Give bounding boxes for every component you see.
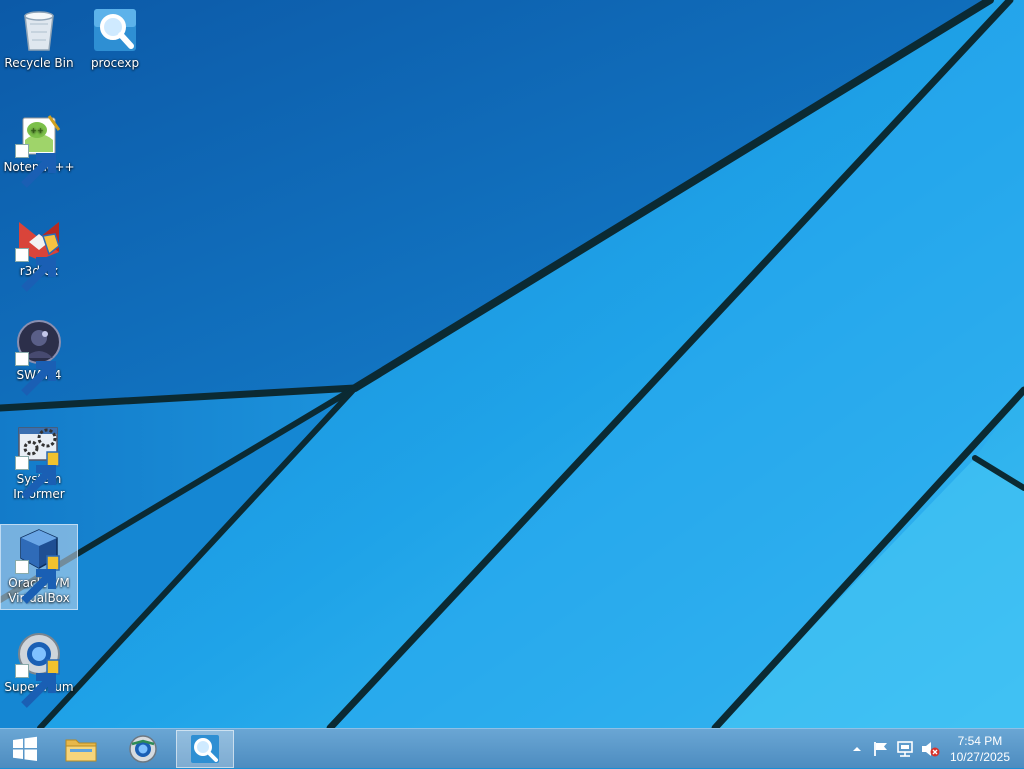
show-hidden-icons-chevron[interactable] — [850, 742, 864, 756]
swat4-icon — [15, 318, 63, 396]
svg-text:++: ++ — [30, 126, 43, 135]
network-icon — [897, 741, 913, 757]
clock-time: 7:54 PM — [957, 734, 1003, 748]
network-tray[interactable] — [896, 729, 916, 769]
notification-area — [850, 729, 864, 769]
supermium-icon — [129, 735, 157, 763]
taskbar: 7:54 PM 10/27/2025 — [0, 728, 1024, 768]
supermium-icon — [15, 630, 63, 708]
taskbar-supermium[interactable] — [114, 730, 172, 768]
folder-icon — [65, 739, 97, 762]
start-button[interactable] — [0, 730, 50, 768]
desktop-icon-notepad-plus-plus[interactable]: ++ Notepad++ — [1, 110, 77, 188]
notepad-plus-plus-icon: ++ — [15, 110, 63, 188]
procexp-icon — [91, 6, 139, 54]
taskbar-clock[interactable]: 7:54 PM 10/27/2025 — [950, 733, 1010, 765]
desktop-icon-supermium[interactable]: Supermium — [1, 630, 77, 708]
taskbar-file-explorer[interactable] — [52, 730, 110, 768]
recycle-bin-icon — [15, 6, 63, 54]
desktop-icon-system-informer[interactable]: System Informer — [1, 422, 77, 502]
desktop-icon-swat4[interactable]: SWAT 4 — [1, 318, 77, 396]
windows-logo-icon — [13, 736, 37, 761]
taskbar-procexp[interactable] — [176, 730, 234, 768]
desktop-icon-virtualbox[interactable]: Oracle VM VirtualBox — [0, 524, 78, 610]
procexp-icon — [191, 735, 219, 763]
clock-date: 10/27/2025 — [949, 750, 1010, 764]
volume-muted-icon — [922, 742, 940, 757]
action-center-flag-icon — [874, 742, 887, 756]
r3dfox-icon — [15, 214, 63, 292]
virtualbox-icon — [15, 526, 63, 604]
icon-label: Recycle Bin — [4, 56, 74, 70]
system-informer-icon — [15, 422, 63, 500]
desktop-icon-procexp[interactable]: procexp — [77, 6, 153, 71]
desktop-icon-r3dfox[interactable]: r3dfox — [1, 214, 77, 292]
desktop-icon-recycle-bin[interactable]: Recycle Bin — [1, 6, 77, 71]
icon-label: procexp — [90, 56, 140, 70]
volume-tray[interactable] — [920, 729, 940, 769]
action-center-tray[interactable] — [872, 729, 890, 769]
desktop-wallpaper — [0, 0, 1024, 728]
